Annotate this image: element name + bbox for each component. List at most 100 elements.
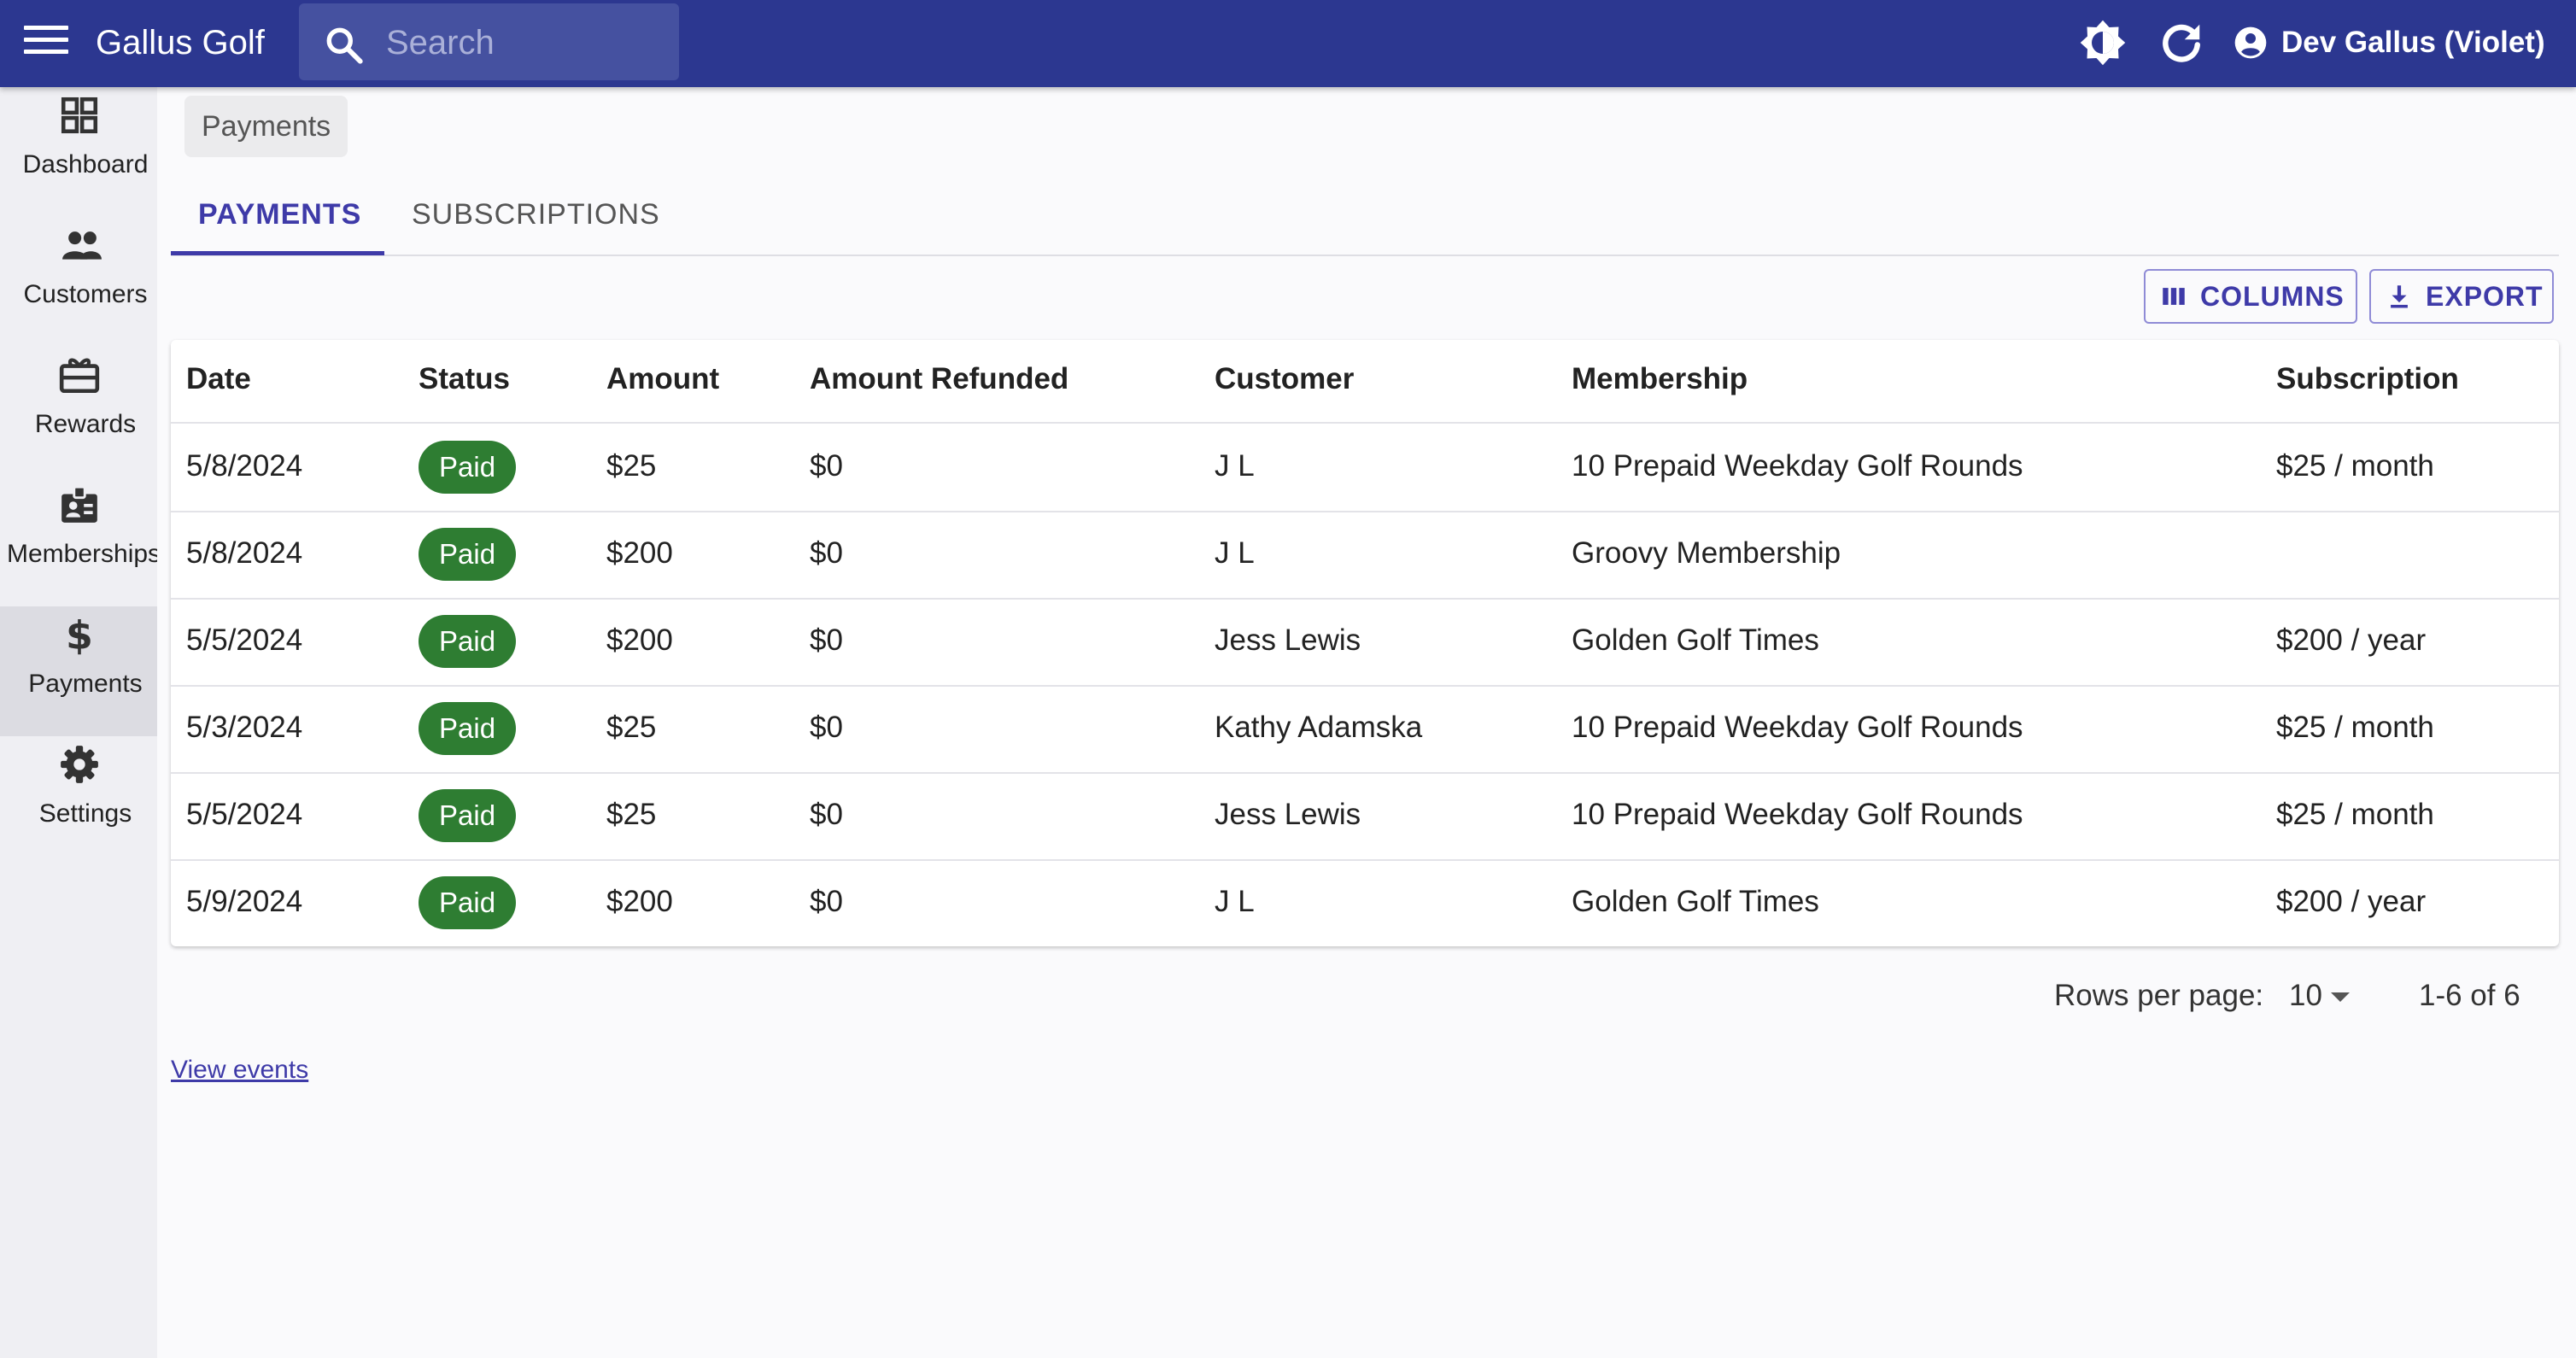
dollar-icon: $ [66, 613, 93, 656]
table-row[interactable]: 5/9/2024 Paid $200 $0 J L Golden Golf Ti… [171, 859, 2559, 946]
membership-cell: Golden Golf Times [1572, 623, 1819, 657]
refunded-cell: $0 [810, 449, 843, 483]
tab-subscriptions[interactable]: SUBSCRIPTIONS [412, 198, 660, 231]
customer-cell: Jess Lewis [1215, 623, 1361, 657]
app-bar: Gallus Golf Dev Gallus (Violet) [0, 0, 2576, 87]
column-header-amount[interactable]: Amount [606, 362, 719, 396]
pagination-range: 1-6 of 6 [2419, 979, 2520, 1012]
customer-cell: Kathy Adamska [1215, 711, 1423, 744]
refunded-cell: $0 [810, 885, 843, 918]
sidebar-item-label: Customers [23, 280, 148, 308]
membership-cell: 10 Prepaid Weekday Golf Rounds [1572, 798, 2023, 831]
tab-indicator [171, 251, 384, 255]
search-input[interactable] [384, 19, 670, 67]
date-cell: 5/3/2024 [186, 711, 303, 744]
download-icon [2391, 285, 2408, 308]
rows-per-page-value: 10 [2289, 979, 2322, 1012]
membership-cell: 10 Prepaid Weekday Golf Rounds [1572, 711, 2023, 744]
status-badge: Paid [419, 615, 517, 668]
user-menu[interactable]: Dev Gallus (Violet) [2234, 19, 2545, 67]
status-badge: Paid [419, 789, 517, 842]
search-box[interactable] [299, 3, 679, 80]
table-row[interactable]: 5/3/2024 Paid $25 $0 Kathy Adamska 10 Pr… [171, 685, 2559, 774]
table-header-row: Date Status Amount Amount Refunded Custo… [171, 340, 2559, 424]
subscription-cell: $200 / year [2276, 623, 2427, 657]
column-header-membership[interactable]: Membership [1572, 362, 1748, 396]
amount-cell: $200 [606, 536, 673, 570]
gift-icon [59, 358, 100, 394]
refunded-cell: $0 [810, 711, 843, 744]
sidebar-item-label: Payments [28, 670, 143, 698]
column-header-amount-refunded[interactable]: Amount Refunded [810, 362, 1068, 396]
date-cell: 5/8/2024 [186, 449, 303, 483]
sidebar-item-label: Settings [38, 799, 132, 828]
tab-bar: PAYMENTS SUBSCRIPTIONS [171, 188, 2559, 256]
subscription-cell: $200 / year [2276, 885, 2427, 918]
table-row[interactable]: 5/5/2024 Paid $200 $0 Jess Lewis Golden … [171, 598, 2559, 687]
search-icon [326, 27, 363, 64]
app-title: Gallus Golf [96, 24, 265, 61]
people-icon [62, 231, 102, 260]
refresh-icon[interactable] [2156, 17, 2207, 68]
column-header-status[interactable]: Status [419, 362, 510, 396]
account-icon [2234, 26, 2267, 59]
tab-payments[interactable]: PAYMENTS [198, 198, 361, 231]
theme-toggle-icon[interactable] [2077, 17, 2128, 68]
columns-icon [2163, 288, 2185, 305]
amount-cell: $200 [606, 885, 673, 918]
table-row[interactable]: 5/8/2024 Paid $25 $0 J L 10 Prepaid Week… [171, 424, 2559, 512]
amount-cell: $25 [606, 449, 657, 483]
sidebar: Dashboard Customers Rewards Memberships [0, 87, 157, 1358]
menu-icon[interactable] [24, 26, 68, 60]
column-header-customer[interactable]: Customer [1215, 362, 1354, 396]
column-header-date[interactable]: Date [186, 362, 251, 396]
membership-cell: Golden Golf Times [1572, 885, 1819, 918]
sidebar-item-rewards[interactable]: Rewards [0, 347, 157, 477]
sidebar-item-settings[interactable]: Settings [0, 736, 157, 866]
gear-icon [61, 746, 98, 783]
customer-cell: J L [1215, 885, 1255, 918]
amount-cell: $25 [606, 711, 657, 744]
customer-cell: Jess Lewis [1215, 798, 1361, 831]
sidebar-item-customers[interactable]: Customers [0, 217, 157, 347]
user-name: Dev Gallus (Violet) [2281, 26, 2545, 59]
date-cell: 5/5/2024 [186, 798, 303, 831]
date-cell: 5/9/2024 [186, 885, 303, 918]
badge-icon [61, 485, 97, 523]
membership-cell: Groovy Membership [1572, 536, 1841, 570]
export-label: EXPORT [2426, 280, 2544, 312]
payments-table: Date Status Amount Amount Refunded Custo… [171, 340, 2559, 946]
subscription-cell: $25 / month [2276, 449, 2434, 483]
table-row[interactable]: 5/5/2024 Paid $25 $0 Jess Lewis 10 Prepa… [171, 772, 2559, 861]
sidebar-item-payments[interactable]: $ Payments [0, 606, 157, 736]
view-events-link[interactable]: View events [171, 1056, 308, 1085]
refunded-cell: $0 [810, 798, 843, 831]
export-button[interactable]: EXPORT [2369, 269, 2554, 324]
status-badge: Paid [419, 876, 517, 929]
column-header-subscription[interactable]: Subscription [2276, 362, 2459, 396]
table-row[interactable]: 5/8/2024 Paid $200 $0 J L Groovy Members… [171, 511, 2559, 600]
date-cell: 5/8/2024 [186, 536, 303, 570]
sidebar-item-memberships[interactable]: Memberships [0, 477, 157, 606]
subscription-cell: $25 / month [2276, 711, 2434, 744]
customer-cell: J L [1215, 449, 1255, 483]
amount-cell: $200 [606, 623, 673, 657]
sidebar-item-label: Dashboard [22, 150, 149, 179]
columns-button[interactable]: COLUMNS [2144, 269, 2357, 324]
customer-cell: J L [1215, 536, 1255, 570]
dashboard-icon [61, 97, 98, 134]
sidebar-item-label: Memberships [7, 540, 157, 568]
date-cell: 5/5/2024 [186, 623, 303, 657]
refunded-cell: $0 [810, 536, 843, 570]
sidebar-item-dashboard[interactable]: Dashboard [0, 87, 157, 217]
status-badge: Paid [419, 702, 517, 755]
amount-cell: $25 [606, 798, 657, 831]
refunded-cell: $0 [810, 623, 843, 657]
rows-per-page-label: Rows per page: [2054, 979, 2264, 1012]
status-badge: Paid [419, 441, 517, 494]
columns-label: COLUMNS [2200, 280, 2345, 312]
sidebar-item-label: Rewards [34, 410, 137, 438]
membership-cell: 10 Prepaid Weekday Golf Rounds [1572, 449, 2023, 483]
rows-per-page-select[interactable]: 10 [2289, 979, 2350, 1013]
subscription-cell: $25 / month [2276, 798, 2434, 831]
